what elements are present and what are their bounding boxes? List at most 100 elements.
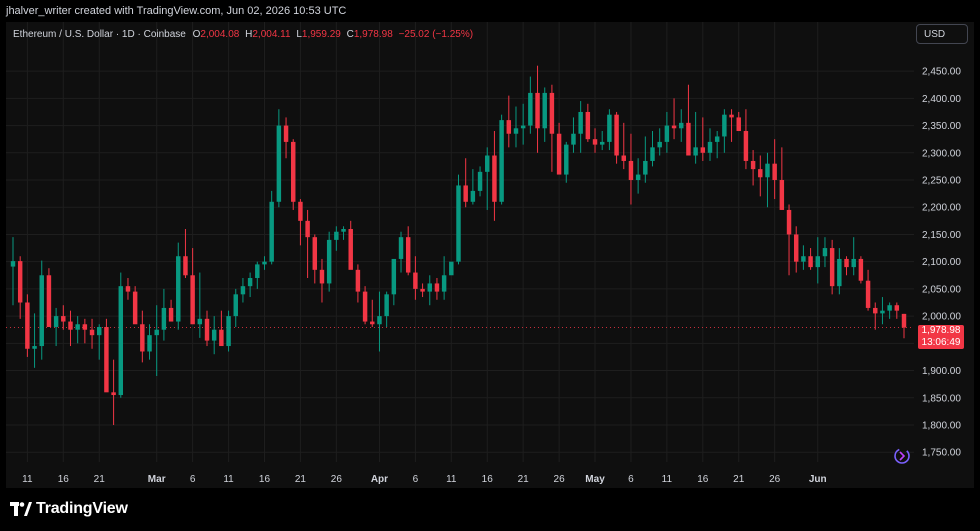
x-tick-label: 26: [554, 474, 566, 485]
candle-body: [348, 229, 353, 270]
candle-body: [571, 133, 576, 145]
candle-body: [413, 272, 418, 289]
open-value: 2,004.08: [200, 29, 240, 40]
candle-body: [564, 144, 569, 175]
last-price-tag: 1,978.98 13:06:49: [918, 325, 964, 349]
candle-body: [894, 305, 900, 311]
candle-body: [276, 125, 282, 202]
candlestick-chart[interactable]: 2,450.00 2,400.00 2,350.00 2,300.00 2,250.00…: [0, 0, 980, 531]
tradingview-logo-icon: [10, 502, 32, 516]
candle-body: [635, 174, 641, 181]
x-tick-label: 26: [769, 474, 781, 485]
candle-body: [434, 283, 440, 292]
candle-body: [204, 318, 210, 341]
candle-body: [334, 231, 339, 240]
x-tick-label: 21: [733, 474, 745, 485]
candle-body: [398, 237, 404, 259]
candle-body: [384, 294, 389, 317]
x-tick-label: 21: [295, 474, 307, 485]
candle-body: [197, 318, 203, 325]
candle-body: [255, 264, 260, 278]
candle-body: [168, 307, 174, 322]
y-tick-label: 2,000.00: [922, 312, 961, 323]
y-tick-label: 1,750.00: [922, 448, 961, 459]
candle-body: [226, 316, 231, 347]
candle-body: [262, 261, 267, 265]
candle-body: [211, 329, 217, 341]
high-value: 2,004.11: [252, 29, 291, 40]
candle-body: [851, 258, 856, 268]
candle-body: [312, 237, 318, 270]
candle-body: [291, 141, 296, 202]
candle-body: [621, 155, 626, 161]
candle-body: [549, 92, 555, 134]
candle-body: [880, 310, 885, 314]
candle-body: [743, 131, 749, 161]
x-tick-label: 16: [482, 474, 494, 485]
candle-body: [319, 269, 325, 284]
candle-body: [111, 392, 116, 396]
candle-body: [32, 346, 37, 349]
y-tick-label: 1,800.00: [922, 420, 961, 431]
currency-label: USD: [924, 29, 946, 40]
candle-body: [104, 326, 109, 393]
candle-body: [326, 239, 332, 284]
candle-body: [729, 114, 734, 118]
candle-body: [61, 316, 66, 322]
ohlc-legend: Ethereum / U.S. Dollar · 1D · Coinbase O…: [13, 29, 473, 40]
y-tick-label: 1,900.00: [922, 366, 961, 377]
candle-body: [542, 92, 547, 129]
y-tick-label: 2,050.00: [922, 284, 961, 295]
candle-body: [298, 201, 303, 221]
candle-body: [405, 237, 411, 273]
footer: TradingView: [0, 488, 980, 531]
x-tick-label: 21: [518, 474, 530, 485]
candle-body: [305, 220, 310, 238]
candle-body: [96, 326, 102, 336]
candle-body: [125, 286, 131, 292]
candle-body: [82, 324, 88, 330]
candle-body: [815, 256, 821, 268]
x-tick-label: Jun: [809, 474, 827, 485]
candle-body: [470, 190, 476, 202]
y-tick-label: 2,100.00: [922, 257, 961, 268]
x-tick-label: 26: [331, 474, 343, 485]
candle-body: [68, 321, 73, 330]
candle-body: [722, 114, 727, 137]
candle-body: [53, 316, 59, 327]
candle-body: [140, 324, 145, 352]
candle-body: [219, 329, 224, 347]
y-tick-label: 2,150.00: [922, 230, 961, 241]
candle-body: [132, 291, 138, 325]
close-label: C: [346, 29, 354, 40]
x-tick-label: May: [585, 474, 605, 485]
candle-body: [528, 92, 533, 126]
symbol-label: Ethereum / U.S. Dollar · 1D · Coinbase: [13, 29, 186, 40]
candle-body: [427, 283, 432, 292]
candle-body: [643, 160, 648, 175]
change-value: −25.02 (−1.25%): [398, 29, 474, 40]
candle-body: [592, 139, 598, 145]
candle-body: [714, 136, 720, 142]
candle-body: [664, 125, 670, 142]
candle-body: [75, 324, 80, 330]
candle-body: [858, 258, 864, 281]
candle-body: [283, 125, 289, 142]
candle-body: [441, 275, 447, 292]
candle-body: [585, 111, 591, 140]
candle-body: [750, 160, 756, 170]
candle-body: [887, 305, 892, 311]
low-value: 1,959.29: [301, 29, 341, 40]
candle-body: [822, 248, 828, 257]
currency-button[interactable]: USD: [916, 24, 968, 44]
x-tick-label: 21: [94, 474, 106, 485]
candle-body: [765, 163, 770, 178]
candle-body: [39, 275, 44, 347]
candle-body: [154, 329, 159, 336]
candle-body: [355, 269, 361, 292]
y-tick-label: 2,300.00: [922, 148, 961, 159]
candle-body: [492, 155, 497, 202]
last-price-value: 1,978.98: [921, 325, 961, 336]
candle-body: [477, 171, 483, 191]
candle-body: [844, 258, 849, 268]
